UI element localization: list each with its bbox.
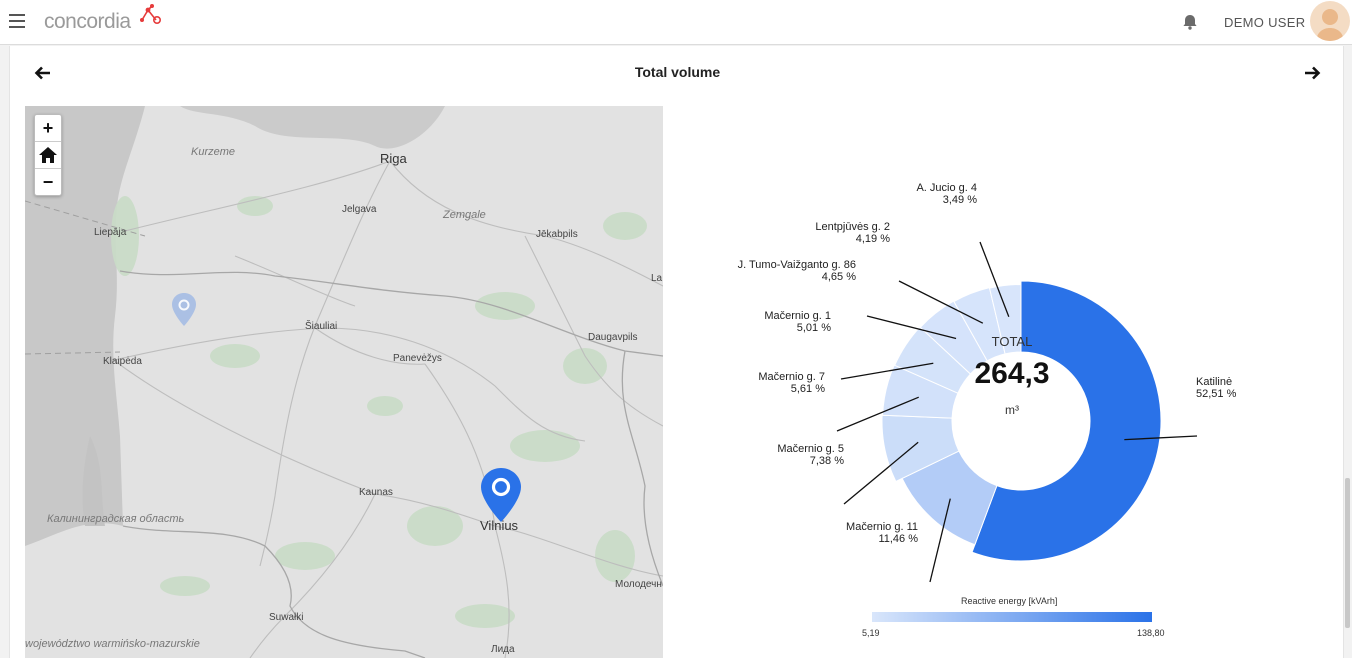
map-label-riga: Riga [380, 151, 407, 166]
zoom-in-button[interactable]: + [35, 115, 61, 142]
map-marker-faded[interactable] [171, 292, 197, 328]
slice-percent: 5,01 % [796, 322, 831, 334]
slice-percent: 3,49 % [942, 194, 977, 206]
slice-name: Mačernio g. 11 [846, 521, 918, 533]
map-label-liepaja: Liepāja [94, 227, 127, 238]
slice-percent: 11,46 % [878, 533, 918, 545]
map-label-la: La [651, 273, 663, 284]
user-name[interactable]: DEMO USER [1224, 15, 1305, 30]
slice-label-lentpjuves: Lentpjūvės g. 2 4,19 % [815, 221, 890, 245]
bell-icon[interactable] [1181, 13, 1199, 31]
map-label-zemgale: Zemgale [443, 209, 486, 221]
slice-name: Mačernio g. 5 [777, 443, 844, 455]
map-label-daugavpils: Daugavpils [588, 332, 638, 343]
map-label-kaunas: Kaunas [359, 487, 393, 498]
next-arrow-icon[interactable] [1303, 64, 1321, 82]
slice-label-tumo-vaizganto: J. Tumo-Vaižganto g. 86 4,65 % [738, 259, 856, 283]
home-icon [39, 147, 57, 163]
map-label-lida: Лида [491, 644, 515, 655]
slice-percent: 4,65 % [821, 271, 856, 283]
map-label-klaipeda: Klaipėda [103, 356, 142, 367]
map-label-kurzeme: Kurzeme [191, 146, 236, 158]
logo-mark-icon [140, 4, 162, 25]
slice-name: Mačernio g. 1 [764, 310, 831, 322]
slice-label-macernio-5: Mačernio g. 5 7,38 % [777, 443, 844, 467]
slice-percent: 52,51 % [1196, 388, 1237, 400]
map-label-panevezys: Panevėžys [393, 353, 442, 364]
map-label-molodechno: Молодечн [615, 579, 662, 590]
map-base [25, 106, 663, 658]
map-label-suwalki: Suwałki [269, 612, 304, 623]
color-scale-bar [872, 612, 1152, 622]
chart-total-caption: TOTAL [991, 334, 1033, 349]
slice-label-macernio-1: Mačernio g. 1 5,01 % [764, 310, 831, 334]
map-label-jekabpils: Jēkabpils [536, 229, 578, 240]
slice-percent: 7,38 % [809, 455, 844, 467]
map-marker-selected[interactable] [479, 466, 523, 524]
map[interactable]: + − Riga Kurzeme Zemgale Jelgava Liepāja… [25, 106, 663, 658]
slice-name: A. Jucio g. 4 [916, 182, 977, 194]
map-label-warminsko: województwo warmińsko-mazurskie [25, 638, 200, 650]
top-bar: concordia DEMO USER [0, 0, 1352, 45]
slice-label-katiline: Katilinė 52,51 % [1196, 376, 1236, 400]
slice-name: Lentpjūvės g. 2 [815, 221, 890, 233]
slice-percent: 5,61 % [790, 383, 825, 395]
panel-title: Total volume [634, 64, 721, 80]
color-scale-max: 138,80 [1137, 628, 1165, 638]
slice-name: J. Tumo-Vaižganto g. 86 [737, 259, 856, 271]
volume-panel: Total volume + − Riga Kurzeme Zemgale Je… [9, 46, 1344, 658]
color-scale-min: 5,19 [862, 628, 880, 638]
home-button[interactable] [35, 142, 61, 169]
slice-label-macernio-11: Mačernio g. 11 11,46 % [846, 521, 918, 545]
user-avatar-icon [1316, 9, 1344, 41]
chart-total-value: 264,3 [974, 357, 1050, 390]
slice-name: Katilinė [1196, 376, 1233, 388]
avatar[interactable] [1310, 1, 1350, 41]
map-label-jelgava: Jelgava [342, 204, 377, 215]
map-label-siauliai: Šiauliai [305, 321, 338, 332]
slice-percent: 4,19 % [855, 233, 890, 245]
slice-label-macernio-7: Mačernio g. 7 5,61 % [758, 371, 825, 395]
map-controls: + − [34, 114, 62, 196]
map-label-kaliningrad: Калининградская область [47, 513, 185, 525]
color-scale-title: Reactive energy [kVArh] [961, 596, 1058, 606]
hamburger-menu-icon[interactable] [9, 14, 25, 28]
zoom-out-button[interactable]: − [35, 169, 61, 195]
slice-name: Mačernio g. 7 [758, 371, 825, 383]
chart-total-unit: m³ [1005, 403, 1019, 417]
logo-text: concordia [44, 10, 131, 33]
scrollbar[interactable] [1345, 478, 1350, 628]
slice-label-jucio: A. Jucio g. 4 3,49 % [916, 182, 977, 206]
